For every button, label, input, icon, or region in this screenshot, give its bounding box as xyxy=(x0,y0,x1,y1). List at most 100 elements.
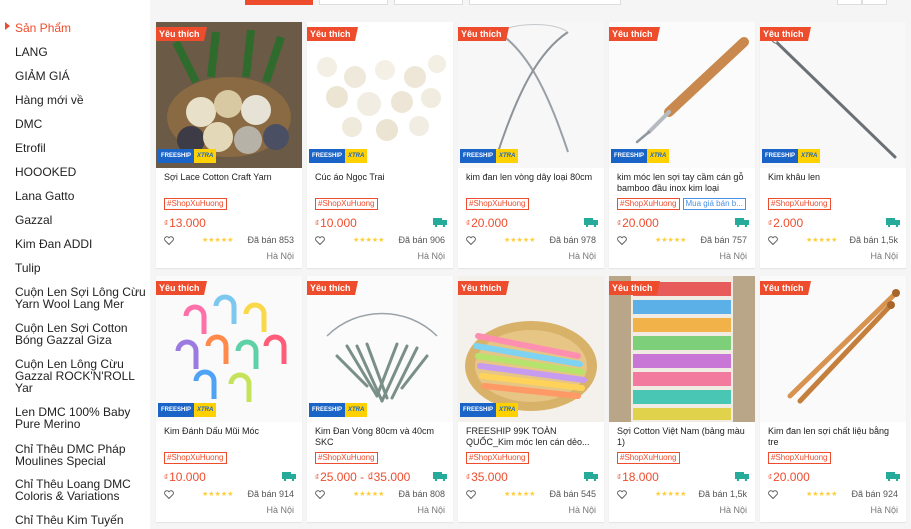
heart-icon[interactable] xyxy=(768,490,778,499)
rating-stars: ★★★★★ xyxy=(504,237,536,244)
shop-tag: #ShopXuHuong xyxy=(768,452,831,464)
product-card[interactable]: Yêu thích FREESHIP XTRA Sợi Lace Cotton C… xyxy=(156,22,302,268)
product-card[interactable]: Yêu thích FREESHIP XTRA FREESHIP 99K TOÀN… xyxy=(458,276,604,522)
rating-stars: ★★★★★ xyxy=(202,237,234,244)
rating-stars: ★★★★★ xyxy=(806,237,838,244)
free-shipping-truck-icon xyxy=(735,218,749,227)
sort-top-sales-button[interactable] xyxy=(394,0,463,5)
sidebar-item-products[interactable]: Sản Phẩm xyxy=(15,22,147,34)
sort-latest-button[interactable] xyxy=(319,0,388,5)
sold-count: Đã bán 808 xyxy=(398,489,445,499)
sidebar-item-dmc[interactable]: DMC xyxy=(15,118,147,130)
shop-location: Hà Nội xyxy=(568,505,596,515)
sold-count: Đã bán 757 xyxy=(700,235,747,245)
freeship-badge: FREESHIP XTRA xyxy=(460,403,519,417)
product-card[interactable]: Yêu thích FREESHIP XTRA Kim Đan Vòng 80cm… xyxy=(307,276,453,522)
sort-popular-button[interactable] xyxy=(245,0,313,5)
heart-icon[interactable] xyxy=(617,236,627,245)
heart-icon[interactable] xyxy=(164,236,174,245)
heart-icon[interactable] xyxy=(466,236,476,245)
sold-count: Đã bán 906 xyxy=(398,235,445,245)
product-card[interactable]: Yêu thích Kim đan len sợi chất liệu bằng… xyxy=(760,276,906,522)
heart-icon[interactable] xyxy=(768,236,778,245)
sidebar-item-rocknroll[interactable]: Cuộn Len Lông Cừu Gazzal ROCK'N'ROLL Yar xyxy=(15,358,147,394)
circular-needles-set-icon xyxy=(307,276,453,422)
free-shipping-truck-icon xyxy=(886,218,900,227)
product-price: ₫13.000 xyxy=(164,216,206,230)
active-arrow-icon xyxy=(5,22,10,30)
crochet-set-icon xyxy=(458,276,604,422)
product-image: Yêu thích FREESHIP XTRA xyxy=(307,22,453,168)
favorite-badge: Yêu thích xyxy=(760,281,811,295)
category-sidebar: Sản Phẩm LANG GIẢM GIÁ Hàng mới về DMC E… xyxy=(0,0,150,529)
favorite-badge: Yêu thích xyxy=(156,281,207,295)
sidebar-item-hoooked[interactable]: HOOOKED xyxy=(15,166,147,178)
shop-tag: #ShopXuHuong xyxy=(164,198,227,210)
product-card[interactable]: Yêu thích Sợi Cotton Việt Nam (bảng màu … xyxy=(609,276,755,522)
sold-count: Đã bán 914 xyxy=(247,489,294,499)
product-name: Cúc áo Ngọc Trai xyxy=(315,172,385,182)
favorite-badge: Yêu thích xyxy=(760,27,811,41)
freeship-badge: FREESHIP XTRA xyxy=(309,149,368,163)
free-shipping-truck-icon xyxy=(433,218,447,227)
sidebar-item-lana-gatto[interactable]: Lana Gatto xyxy=(15,190,147,202)
favorite-badge: Yêu thích xyxy=(307,281,358,295)
product-card[interactable]: Yêu thích FREESHIP XTRA kim đan len vòng … xyxy=(458,22,604,268)
sort-price-select[interactable] xyxy=(469,0,621,5)
product-name: Sợi Lace Cotton Craft Yarn xyxy=(164,172,272,182)
sidebar-item-cotton-giza[interactable]: Cuộn Len Sợi Cotton Bóng Gazzal Giza xyxy=(15,322,147,346)
heart-icon[interactable] xyxy=(466,490,476,499)
sidebar-item-etrofil[interactable]: Etrofil xyxy=(15,142,147,154)
sidebar-item-gazzal[interactable]: Gazzal xyxy=(15,214,147,226)
prev-page-button[interactable] xyxy=(837,0,862,5)
sidebar-item-tulip[interactable]: Tulip xyxy=(15,262,147,274)
stitch-markers-icon xyxy=(156,276,302,422)
sold-count: Đã bán 545 xyxy=(549,489,596,499)
freeship-badge: FREESHIP XTRA xyxy=(762,149,821,163)
product-name: Kim Đan Vòng 80cm và 40cm SKC xyxy=(315,426,435,447)
product-name: Kim đan len sợi chất liệu bằng tre xyxy=(768,426,889,447)
favorite-badge: Yêu thích xyxy=(458,281,509,295)
sold-count: Đã bán 853 xyxy=(247,235,294,245)
product-image: Yêu thích FREESHIP XTRA xyxy=(458,22,604,168)
product-price: ₫20.000 xyxy=(466,216,508,230)
product-name: Kim Đánh Dấu Mũi Móc xyxy=(164,426,260,436)
heart-icon[interactable] xyxy=(164,490,174,499)
sidebar-item-dmc-coloris[interactable]: Chỉ Thêu Loang DMC Coloris & Variations xyxy=(15,478,147,502)
sidebar-item-wool-yarn[interactable]: Cuộn Len Sợi Lông Cừu Yarn Wool Lang Mer xyxy=(15,286,147,310)
pearls-icon xyxy=(307,22,453,168)
sidebar-item-lang[interactable]: LANG xyxy=(15,46,147,58)
product-card[interactable]: Yêu thích FREESHIP XTRA Kim khâu len #Sho… xyxy=(760,22,906,268)
sidebar-item-addi[interactable]: Kim Đan ADDI xyxy=(15,238,147,250)
shop-location: Hà Nội xyxy=(417,251,445,261)
product-card[interactable]: Yêu thích FREESHIP XTRA Cúc áo Ngọc Trai … xyxy=(307,22,453,268)
sidebar-item-dmc-moulines[interactable]: Chỉ Thêu DMC Pháp Moulines Special xyxy=(15,443,147,467)
sidebar-item-dmc-merino[interactable]: Len DMC 100% Baby Pure Merino xyxy=(15,406,147,430)
favorite-badge: Yêu thích xyxy=(307,27,358,41)
sidebar-item-metallic-thread[interactable]: Chỉ Thêu Kim Tuyến xyxy=(15,514,147,526)
next-page-button[interactable] xyxy=(862,0,887,5)
product-name: kim móc len sợi tay cầm cán gỗ bamboo đầ… xyxy=(617,172,744,193)
free-shipping-truck-icon xyxy=(584,218,598,227)
heart-icon[interactable] xyxy=(315,236,325,245)
product-name: kim đan len vòng dây loại 80cm xyxy=(466,172,593,182)
freeship-badge: FREESHIP XTRA xyxy=(158,403,217,417)
free-shipping-truck-icon xyxy=(282,472,296,481)
sewing-needle-icon xyxy=(760,22,906,168)
sidebar-item-new-arrivals[interactable]: Hàng mới về xyxy=(15,94,147,106)
product-price: ₫25.000 - ₫35.000 xyxy=(315,470,411,484)
promo-tag: Mua giá bán b... xyxy=(682,198,746,210)
free-shipping-truck-icon xyxy=(886,472,900,481)
rating-stars: ★★★★★ xyxy=(353,237,385,244)
product-image: Yêu thích FREESHIP XTRA xyxy=(307,276,453,422)
heart-icon[interactable] xyxy=(617,490,627,499)
sold-count: Đã bán 1,5k xyxy=(849,235,898,245)
favorite-badge: Yêu thích xyxy=(609,27,660,41)
product-card[interactable]: Yêu thích FREESHIP XTRA Kim Đánh Dấu Mũi … xyxy=(156,276,302,522)
product-name: FREESHIP 99K TOÀN QUỐC_Kim móc len cán d… xyxy=(466,426,590,447)
shop-tag: #ShopXuHuong xyxy=(315,198,378,210)
product-price: ₫10.000 xyxy=(315,216,357,230)
sidebar-item-sale[interactable]: GIẢM GIÁ xyxy=(15,70,147,82)
heart-icon[interactable] xyxy=(315,490,325,499)
product-card[interactable]: Yêu thích FREESHIP XTRA kim móc len sợi t… xyxy=(609,22,755,268)
